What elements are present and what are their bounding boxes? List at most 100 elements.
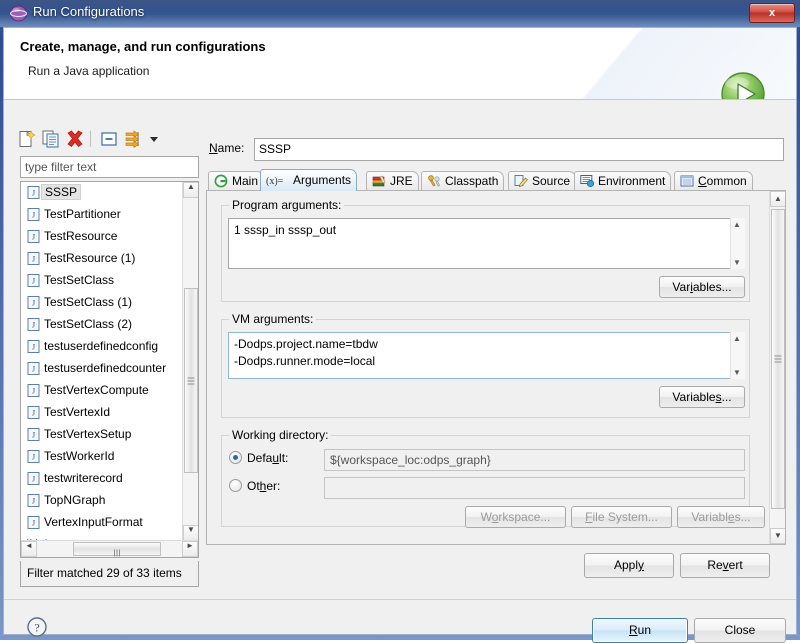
tab-jre[interactable]: JRE [366, 171, 419, 191]
source-pencil-icon [514, 174, 529, 188]
tree-item-testsetclass-1[interactable]: JTestSetClass (1) [21, 292, 183, 314]
svg-text:J: J [32, 409, 35, 418]
working-dir-other-input[interactable] [324, 477, 745, 499]
tree-hscroll-thumb[interactable] [73, 542, 161, 556]
svg-text:J: J [32, 343, 35, 352]
page-subtitle: Run a Java application [28, 64, 149, 78]
working-dir-other-radio-row[interactable]: Other: [229, 479, 280, 493]
svg-text:J: J [32, 277, 35, 286]
program-arguments-label: Program arguments: [229, 198, 344, 212]
new-configuration-button[interactable] [16, 128, 38, 150]
eclipse-sphere-icon [10, 5, 27, 22]
working-dir-variables-button[interactable]: Variables... [677, 506, 765, 528]
program-arguments-textarea[interactable]: 1 sssp_in sssp_out [228, 218, 745, 269]
tree-item-testwriterecord[interactable]: Jtestwriterecord [21, 468, 183, 490]
vm-args-scrollbar[interactable]: ▲ ▼ [730, 332, 745, 379]
tree-item-sssp[interactable]: JSSSP [21, 182, 183, 204]
scroll-down-arrow-icon[interactable]: ▼ [770, 528, 786, 544]
tree-item-testsetclass[interactable]: JTestSetClass [21, 270, 183, 292]
title-bar: Run Configurations x [0, 0, 800, 27]
revert-button[interactable]: Revert [680, 553, 770, 578]
content-vertical-scrollbar[interactable]: ▲ ▼ [769, 191, 785, 544]
filter-input[interactable]: type filter text [20, 156, 199, 178]
scroll-up-arrow-icon[interactable]: ▲ [733, 334, 741, 343]
tree-item-testresource[interactable]: JTestResource [21, 226, 183, 248]
tree-item-label: testuserdefinedcounter [44, 361, 166, 375]
scroll-grip-icon [775, 356, 782, 363]
content-scroll-thumb[interactable] [771, 209, 785, 509]
tab-label: Main [232, 174, 258, 188]
tree-item-testvertexcompute[interactable]: JTestVertexCompute [21, 380, 183, 402]
vm-arguments-textarea[interactable]: -Dodps.project.name=tbdw -Dodps.runner.m… [228, 332, 745, 379]
collapse-all-button[interactable] [98, 128, 120, 150]
tab-main[interactable]: Main [208, 171, 264, 191]
scroll-up-arrow-icon[interactable]: ▲ [183, 182, 199, 198]
svg-text:J: J [32, 475, 35, 484]
tree-item-testsetclass-2[interactable]: JTestSetClass (2) [21, 314, 183, 336]
working-dir-default-radio-row[interactable]: Default: [229, 451, 288, 465]
close-button[interactable]: Close [694, 618, 786, 643]
scroll-down-arrow-icon[interactable]: ▼ [183, 525, 199, 541]
program-args-scrollbar[interactable]: ▲ ▼ [730, 218, 745, 269]
java-file-icon: J [27, 338, 40, 351]
scroll-left-arrow-icon[interactable]: ◄ [21, 541, 37, 557]
tree-item-testpartitioner[interactable]: JTestPartitioner [21, 204, 183, 226]
java-file-icon: J [27, 492, 40, 505]
dialog-client-area: Create, manage, and run configurations R… [3, 27, 797, 635]
scroll-up-arrow-icon[interactable]: ▲ [770, 191, 786, 207]
tree-item-label: VertexInputFormat [44, 515, 143, 529]
tree-item-testuserdefinedconfig[interactable]: Jtestuserdefinedconfig [21, 336, 183, 358]
tree-item-testvertexid[interactable]: JTestVertexId [21, 402, 183, 424]
delete-configuration-button[interactable] [64, 128, 86, 150]
other-radio-button[interactable] [229, 479, 242, 492]
tree-item-testresource-1[interactable]: JTestResource (1) [21, 248, 183, 270]
working-directory-label: Working directory: [229, 428, 331, 442]
tab-environment[interactable]: Environment [574, 171, 671, 191]
tab-source[interactable]: Source [508, 171, 576, 191]
tab-arguments[interactable]: (x)=Arguments [260, 169, 357, 191]
tree-item-topngraph[interactable]: J TopNGraph [21, 490, 183, 512]
svg-text:J: J [32, 321, 35, 330]
svg-text:J: J [32, 431, 35, 440]
tree-scroll-thumb[interactable] [184, 288, 198, 473]
tree-item-testuserdefinedcounter[interactable]: Jtestuserdefinedcounter [21, 358, 183, 380]
question-mark-help-icon[interactable]: ? [26, 616, 48, 638]
filter-arrows-icon[interactable] [122, 128, 144, 150]
dialog-window: Run Configurations x Create, manage, and… [0, 0, 800, 640]
program-arguments-group: Program arguments: 1 sssp_in sssp_out ▲ … [221, 205, 750, 302]
svg-text:J: J [32, 387, 35, 396]
program-arguments-variables-button[interactable]: Variables... [659, 276, 745, 298]
java-file-icon: J [27, 184, 40, 197]
scroll-down-arrow-icon[interactable]: ▼ [733, 258, 741, 267]
tree-item-vertexinputformat[interactable]: JVertexInputFormat [21, 512, 183, 534]
tree-item-label: TestWorkerId [44, 449, 114, 463]
tab-common[interactable]: Common [674, 171, 753, 191]
tree-item-testvertexsetup[interactable]: JTestVertexSetup [21, 424, 183, 446]
svg-text:J: J [32, 453, 35, 462]
tab-classpath[interactable]: Classpath [421, 171, 504, 191]
scroll-grip-icon [188, 377, 195, 384]
name-input[interactable]: SSSP [254, 138, 784, 161]
file-system-button[interactable]: File System... [571, 506, 672, 528]
tree-item-label: TopNGraph [44, 493, 105, 507]
java-file-icon: J [27, 206, 40, 219]
toolbar-separator [90, 131, 91, 147]
configurations-tree[interactable]: JSSSP JTestPartitioner JTestResource JTe… [20, 181, 199, 558]
run-button[interactable]: Run [592, 618, 688, 643]
chevron-down-icon[interactable] [146, 128, 162, 150]
workspace-button[interactable]: Workspace... [465, 506, 566, 528]
default-radio-button[interactable] [229, 451, 242, 464]
tree-horizontal-scrollbar[interactable]: ◄ ► [21, 540, 198, 557]
tree-vertical-scrollbar[interactable]: ▲ ▼ [182, 182, 198, 541]
window-close-button[interactable]: x [749, 3, 795, 23]
scroll-down-arrow-icon[interactable]: ▼ [733, 368, 741, 377]
tree-item-testworkerid[interactable]: J TestWorkerId [21, 446, 183, 468]
scroll-right-arrow-icon[interactable]: ► [182, 541, 198, 557]
configurations-toolbar [14, 128, 199, 152]
vm-arguments-variables-button[interactable]: Variables... [659, 386, 745, 408]
duplicate-configuration-button[interactable] [40, 128, 62, 150]
apply-button[interactable]: Apply [584, 553, 674, 578]
svg-text:J: J [32, 189, 35, 198]
scroll-up-arrow-icon[interactable]: ▲ [733, 220, 741, 229]
apply-revert-row: Apply Revert [206, 553, 786, 588]
